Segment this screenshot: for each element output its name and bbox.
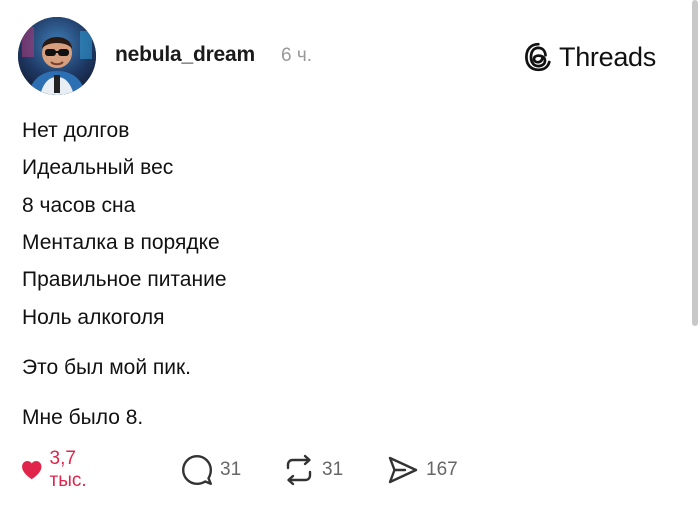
like-button[interactable]: 3,7 тыс.: [20, 448, 97, 491]
share-count: 167: [426, 459, 458, 480]
post-paragraph: Мне было 8.: [22, 406, 144, 429]
like-count: 3,7 тыс.: [49, 448, 87, 491]
comment-bubble-icon: [182, 455, 212, 485]
heart-filled-icon: [22, 461, 42, 480]
threads-brand: Threads: [523, 39, 656, 75]
comment-button[interactable]: 31: [180, 452, 241, 488]
repost-icon: [286, 454, 312, 486]
threads-post: nebula_dream 6 ч. Threads Нет долгов Иде…: [0, 0, 700, 506]
post-paragraph: Это был мой пик.: [22, 356, 192, 379]
post-line: Менталка в порядке: [22, 231, 220, 254]
post-time: 6 ч.: [281, 45, 313, 66]
brand-name: Threads: [559, 41, 656, 72]
post-line: Ноль алкоголя: [22, 306, 165, 329]
avatar[interactable]: [18, 17, 96, 95]
avatar-image: [18, 17, 96, 95]
share-button[interactable]: 167: [386, 452, 458, 488]
repost-count: 31: [322, 459, 344, 480]
username[interactable]: nebula_dream: [115, 43, 255, 67]
post-line: Нет долгов: [22, 119, 130, 142]
threads-logo-icon: [525, 42, 551, 72]
post-line: Идеальный вес: [22, 156, 174, 179]
repost-button[interactable]: 31: [282, 452, 343, 488]
send-icon: [388, 456, 418, 484]
post-line: Правильное питание: [22, 268, 227, 291]
scrollbar[interactable]: [692, 0, 698, 326]
comment-count: 31: [220, 459, 242, 480]
post-line: 8 часов сна: [22, 194, 136, 217]
